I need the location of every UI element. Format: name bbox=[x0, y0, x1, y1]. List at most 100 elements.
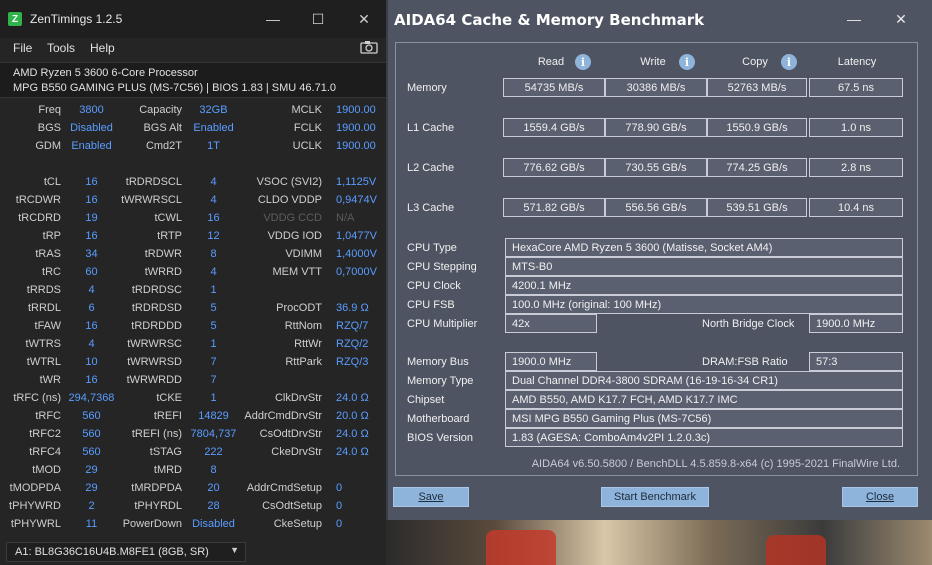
close-icon[interactable]: ✕ bbox=[353, 8, 375, 30]
timing-label: VDIMM bbox=[285, 248, 322, 260]
timing-label: tREFI (ns) bbox=[131, 428, 182, 440]
memory-bus-field: 1900.0 MHz bbox=[505, 352, 597, 371]
memory-type-field: Dual Channel DDR4-3800 SDRAM (16-19-16-3… bbox=[505, 371, 903, 390]
background-shape bbox=[766, 535, 826, 565]
timing-row: tMODPDA 29 tMRDPDA 20 AddrCmdSetup 0 bbox=[0, 482, 386, 500]
timing-value: 7 bbox=[210, 374, 217, 386]
bench-write-value: 556.56 GB/s bbox=[605, 198, 707, 217]
timing-label: tRDRDSC bbox=[131, 284, 182, 296]
timing-value: 0 bbox=[336, 500, 343, 512]
info-icon[interactable]: i bbox=[781, 54, 797, 70]
dimm-select[interactable]: A1: BL8G36C16U4B.M8FE1 (8GB, SR) ▼ bbox=[6, 542, 246, 562]
timing-label: tPHYWRL bbox=[10, 518, 61, 530]
desktop-background bbox=[386, 520, 932, 565]
start-benchmark-button[interactable]: Start Benchmark bbox=[601, 487, 709, 507]
timing-label: tRDRDSCL bbox=[125, 176, 182, 188]
chevron-down-icon: ▼ bbox=[230, 545, 239, 555]
bench-latency-value: 67.5 ns bbox=[809, 78, 903, 97]
cpu-name: AMD Ryzen 5 3600 6-Core Processor bbox=[13, 67, 198, 79]
timing-row: tRCDRD 19 tCWL 16 VDDG CCD N/A bbox=[0, 212, 386, 230]
timing-value: 24.0 Ω bbox=[336, 428, 369, 440]
timing-label: tRFC (ns) bbox=[13, 392, 61, 404]
cpu-fsb-field: 100.0 MHz (original: 100 MHz) bbox=[505, 295, 903, 314]
nb-clock-label: North Bridge Clock bbox=[702, 318, 795, 330]
motherboard-label: Motherboard bbox=[407, 413, 470, 425]
dram-fsb-label: DRAM:FSB Ratio bbox=[702, 356, 788, 368]
bench-write-value: 30386 MB/s bbox=[605, 78, 707, 97]
timing-row: BGS Disabled BGS Alt Enabled FCLK 1900.00 bbox=[0, 122, 386, 140]
timing-label: CsOdtDrvStr bbox=[259, 428, 322, 440]
close-icon[interactable]: ✕ bbox=[890, 8, 912, 30]
timing-label: tWRWRSC bbox=[127, 338, 182, 350]
cpu-type-label: CPU Type bbox=[407, 242, 457, 254]
timing-label: MCLK bbox=[291, 104, 322, 116]
timing-value: 1900.00 bbox=[336, 104, 376, 116]
timing-value: 20.0 Ω bbox=[336, 410, 369, 422]
timing-value: RZQ/2 bbox=[336, 338, 369, 350]
bench-copy-value: 539.51 GB/s bbox=[707, 198, 807, 217]
timing-row: tCL 16 tRDRDSCL 4 VSOC (SVI2) 1,1125V bbox=[0, 176, 386, 194]
timing-row: tPHYWRL 11 PowerDown Disabled CkeSetup 0 bbox=[0, 518, 386, 536]
close-button[interactable]: Close bbox=[842, 487, 918, 507]
timing-label: ProcODT bbox=[276, 302, 322, 314]
timing-label: RttWr bbox=[294, 338, 322, 350]
timing-value: 1,1125V bbox=[336, 176, 377, 188]
memory-bus-label: Memory Bus bbox=[407, 356, 469, 368]
timing-label: tWTRS bbox=[25, 338, 61, 350]
timing-label: AddrCmdDrvStr bbox=[244, 410, 322, 422]
timing-value: 0,9474V bbox=[336, 194, 377, 206]
bench-read-value: 1559.4 GB/s bbox=[503, 118, 605, 137]
menu-help[interactable]: Help bbox=[90, 41, 115, 55]
timing-value: 24.0 Ω bbox=[336, 446, 369, 458]
timing-row: GDM Enabled Cmd2T 1T UCLK 1900.00 bbox=[0, 140, 386, 158]
info-icon[interactable]: i bbox=[679, 54, 695, 70]
timing-label: ClkDrvStr bbox=[274, 392, 322, 404]
timing-label: tRFC bbox=[35, 410, 61, 422]
dimm-select-value: A1: BL8G36C16U4B.M8FE1 (8GB, SR) bbox=[15, 546, 209, 558]
minimize-icon[interactable]: — bbox=[262, 8, 284, 30]
timing-label: tWRWRDD bbox=[126, 374, 182, 386]
save-button[interactable]: Save bbox=[393, 487, 469, 507]
info-icon[interactable]: i bbox=[575, 54, 591, 70]
cpu-multiplier-label: CPU Multiplier bbox=[407, 318, 478, 330]
maximize-icon[interactable]: ☐ bbox=[307, 8, 329, 30]
bench-row-label: L1 Cache bbox=[407, 122, 455, 134]
chipset-field: AMD B550, AMD K17.7 FCH, AMD K17.7 IMC bbox=[505, 390, 903, 409]
timing-row: tPHYWRD 2 tPHYRDL 28 CsOdtSetup 0 bbox=[0, 500, 386, 518]
minimize-icon[interactable]: — bbox=[843, 8, 865, 30]
timing-row: tRFC2 560 tREFI (ns) 7804,737 CsOdtDrvStr 24.… bbox=[0, 428, 386, 446]
close-button-label: Close bbox=[865, 491, 895, 503]
zentimings-logo-icon: Z bbox=[8, 12, 22, 26]
timing-row: tRFC (ns) 294,7368 tCKE 1 ClkDrvStr 24.0 Ω bbox=[0, 392, 386, 410]
zen-titlebar: Z ZenTimings 1.2.5 — ☐ ✕ bbox=[0, 0, 386, 38]
bench-latency-value: 10.4 ns bbox=[809, 198, 903, 217]
camera-icon[interactable] bbox=[360, 40, 378, 54]
timing-label: tRRDL bbox=[27, 302, 61, 314]
timing-label: AddrCmdSetup bbox=[246, 482, 322, 494]
version-footer: AIDA64 v6.50.5800 / BenchDLL 4.5.859.8-x… bbox=[531, 458, 900, 470]
cpu-multiplier-field: 42x bbox=[505, 314, 597, 333]
timing-label: UCLK bbox=[292, 140, 322, 152]
cpu-stepping-field: MTS-B0 bbox=[505, 257, 903, 276]
bench-read-value: 54735 MB/s bbox=[503, 78, 605, 97]
timing-label: tWTRL bbox=[26, 356, 61, 368]
bench-read-value: 571.82 GB/s bbox=[503, 198, 605, 217]
timing-label: BGS Alt bbox=[143, 122, 182, 134]
background-shape bbox=[486, 530, 556, 565]
cpu-fsb-label: CPU FSB bbox=[407, 299, 455, 311]
memory-type-label: Memory Type bbox=[407, 375, 474, 387]
timing-value: 0 bbox=[336, 518, 343, 530]
timing-row: tRP 16 tRTP 12 VDDG IOD 1,0477V bbox=[0, 230, 386, 248]
bench-row-label: L2 Cache bbox=[407, 162, 455, 174]
timing-row: tRCDWR 16 tWRWRSCL 4 CLDO VDDP 0,9474V bbox=[0, 194, 386, 212]
menu-file[interactable]: File bbox=[13, 41, 32, 55]
timing-label: CkeDrvStr bbox=[271, 446, 322, 458]
cpu-clock-field: 4200.1 MHz bbox=[505, 276, 903, 295]
bios-version-field: 1.83 (AGESA: ComboAm4v2PI 1.2.0.3c) bbox=[505, 428, 903, 447]
timing-label: BGS bbox=[37, 122, 61, 134]
timing-row: tRFC 560 tREFI 14829 AddrCmdDrvStr 20.0 Ω bbox=[0, 410, 386, 428]
timing-row: tRFC4 560 tSTAG 222 CkeDrvStr 24.0 Ω bbox=[0, 446, 386, 464]
nb-clock-field: 1900.0 MHz bbox=[809, 314, 903, 333]
menu-tools[interactable]: Tools bbox=[47, 41, 75, 55]
timing-label: VDDG CCD bbox=[263, 212, 322, 224]
